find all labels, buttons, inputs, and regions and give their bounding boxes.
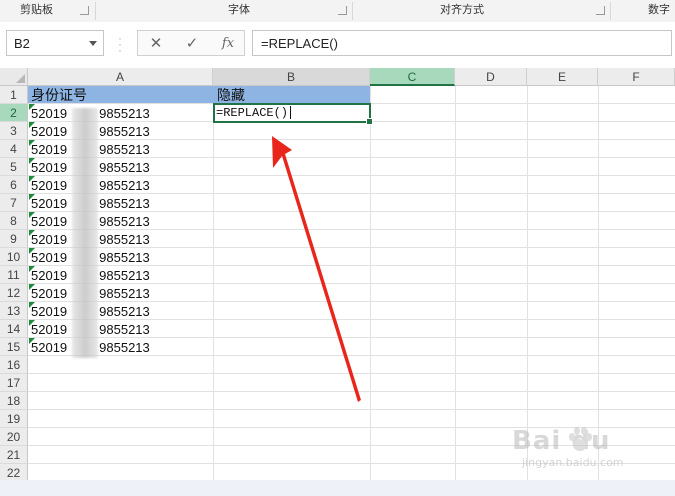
column-header-f[interactable]: F — [598, 68, 675, 86]
id-prefix: 52019 — [31, 340, 68, 355]
font-dialog-launcher-icon[interactable] — [338, 6, 347, 15]
id-prefix: 52019 — [31, 322, 68, 337]
row-header-13[interactable]: 13 — [0, 302, 28, 320]
sheet-bottom-bar — [0, 480, 675, 496]
id-prefix: 52019 — [31, 106, 68, 121]
row-header-9[interactable]: 9 — [0, 230, 28, 248]
id-suffix: 9855213 — [99, 250, 150, 265]
id-suffix: 9855213 — [99, 106, 150, 121]
row-header-16[interactable]: 16 — [0, 356, 28, 374]
cell-a1[interactable]: 身份证号 — [31, 86, 87, 104]
row-header-7[interactable]: 7 — [0, 194, 28, 212]
name-box-value: B2 — [14, 36, 30, 51]
row-header-1[interactable]: 1 — [0, 86, 28, 104]
id-prefix: 52019 — [31, 178, 68, 193]
id-suffix: 9855213 — [99, 142, 150, 157]
id-prefix: 52019 — [31, 268, 68, 283]
insert-function-icon[interactable]: fx — [218, 34, 238, 54]
enter-check-icon[interactable]: ✓ — [182, 34, 202, 54]
id-suffix: 9855213 — [99, 268, 150, 283]
id-prefix: 52019 — [31, 124, 68, 139]
fill-handle[interactable] — [366, 118, 373, 125]
id-suffix: 9855213 — [99, 232, 150, 247]
active-cell-formula: =REPLACE() — [216, 106, 289, 120]
vertical-dots-icon: · · · — [118, 31, 122, 57]
formula-input[interactable]: =REPLACE() — [252, 30, 672, 56]
chevron-down-icon[interactable] — [89, 41, 97, 46]
row-header-14[interactable]: 14 — [0, 320, 28, 338]
id-prefix: 52019 — [31, 304, 68, 319]
id-suffix: 9855213 — [99, 160, 150, 175]
row-header-5[interactable]: 5 — [0, 158, 28, 176]
paw-logo-icon — [569, 427, 592, 451]
id-suffix: 9855213 — [99, 322, 150, 337]
id-suffix: 9855213 — [99, 178, 150, 193]
select-all-button[interactable] — [0, 68, 28, 86]
id-prefix: 52019 — [31, 196, 68, 211]
privacy-blur-mask — [72, 108, 98, 358]
id-suffix: 9855213 — [99, 214, 150, 229]
row-header-22[interactable]: 22 — [0, 464, 28, 480]
active-cell-value: =REPLACE() — [216, 105, 292, 122]
row-header-21[interactable]: 21 — [0, 446, 28, 464]
row-header-20[interactable]: 20 — [0, 428, 28, 446]
ribbon-separator — [352, 2, 353, 20]
ribbon-separator — [95, 2, 96, 20]
row-header-4[interactable]: 4 — [0, 140, 28, 158]
ribbon-group-alignment: 对齐方式 — [440, 4, 484, 16]
id-suffix: 9855213 — [99, 124, 150, 139]
row-header-15[interactable]: 15 — [0, 338, 28, 356]
row-header-12[interactable]: 12 — [0, 284, 28, 302]
id-prefix: 52019 — [31, 142, 68, 157]
gridline — [28, 373, 675, 374]
row-header-17[interactable]: 17 — [0, 374, 28, 392]
watermark-brand: Bai du — [512, 426, 611, 456]
baidu-watermark: Bai du jingyan.baidu.com — [512, 422, 672, 474]
cell-b1[interactable]: 隐藏 — [217, 86, 245, 104]
row-header-2[interactable]: 2 — [0, 104, 28, 122]
clipboard-dialog-launcher-icon[interactable] — [80, 6, 89, 15]
gridline — [28, 391, 675, 392]
ribbon-group-clipboard: 剪贴板 — [20, 4, 53, 16]
select-all-triangle-icon — [16, 74, 25, 83]
id-suffix: 9855213 — [99, 304, 150, 319]
active-cell-b2[interactable]: =REPLACE() — [213, 103, 373, 125]
id-prefix: 52019 — [31, 250, 68, 265]
cancel-icon[interactable]: ✕ — [146, 34, 166, 54]
alignment-dialog-launcher-icon[interactable] — [596, 6, 605, 15]
id-suffix: 9855213 — [99, 286, 150, 301]
ribbon-separator — [610, 2, 611, 20]
row-header-10[interactable]: 10 — [0, 248, 28, 266]
ribbon-group-labels: 剪贴板 字体 对齐方式 数字 — [0, 0, 675, 23]
spreadsheet-grid[interactable]: A B C D E F 1 2 3 4 5 6 7 8 9 10 11 12 13 14 15 16 17 18 1… — [0, 68, 675, 480]
row-header-19[interactable]: 19 — [0, 410, 28, 428]
row-header-18[interactable]: 18 — [0, 392, 28, 410]
id-suffix: 9855213 — [99, 196, 150, 211]
row-header-11[interactable]: 11 — [0, 266, 28, 284]
formula-bar: B2 · · · ✕ ✓ fx =REPLACE() — [0, 22, 675, 69]
ribbon-group-font: 字体 — [228, 4, 250, 16]
name-box[interactable]: B2 — [6, 30, 104, 56]
id-prefix: 52019 — [31, 232, 68, 247]
id-suffix: 9855213 — [99, 340, 150, 355]
row-header-3[interactable]: 3 — [0, 122, 28, 140]
watermark-url: jingyan.baidu.com — [522, 456, 624, 469]
column-header-d[interactable]: D — [455, 68, 527, 86]
row-header-6[interactable]: 6 — [0, 176, 28, 194]
gridline — [28, 409, 675, 410]
column-header-c[interactable]: C — [370, 68, 455, 86]
column-header-e[interactable]: E — [527, 68, 598, 86]
id-prefix: 52019 — [31, 214, 68, 229]
formula-buttons: ✕ ✓ fx — [137, 30, 245, 56]
column-header-b[interactable]: B — [213, 68, 370, 86]
text-caret — [290, 106, 292, 120]
formula-input-value: =REPLACE() — [261, 36, 338, 51]
ribbon-group-number: 数字 — [648, 4, 670, 16]
row-header-8[interactable]: 8 — [0, 212, 28, 230]
column-header-a[interactable]: A — [28, 68, 213, 86]
id-prefix: 52019 — [31, 160, 68, 175]
id-prefix: 52019 — [31, 286, 68, 301]
